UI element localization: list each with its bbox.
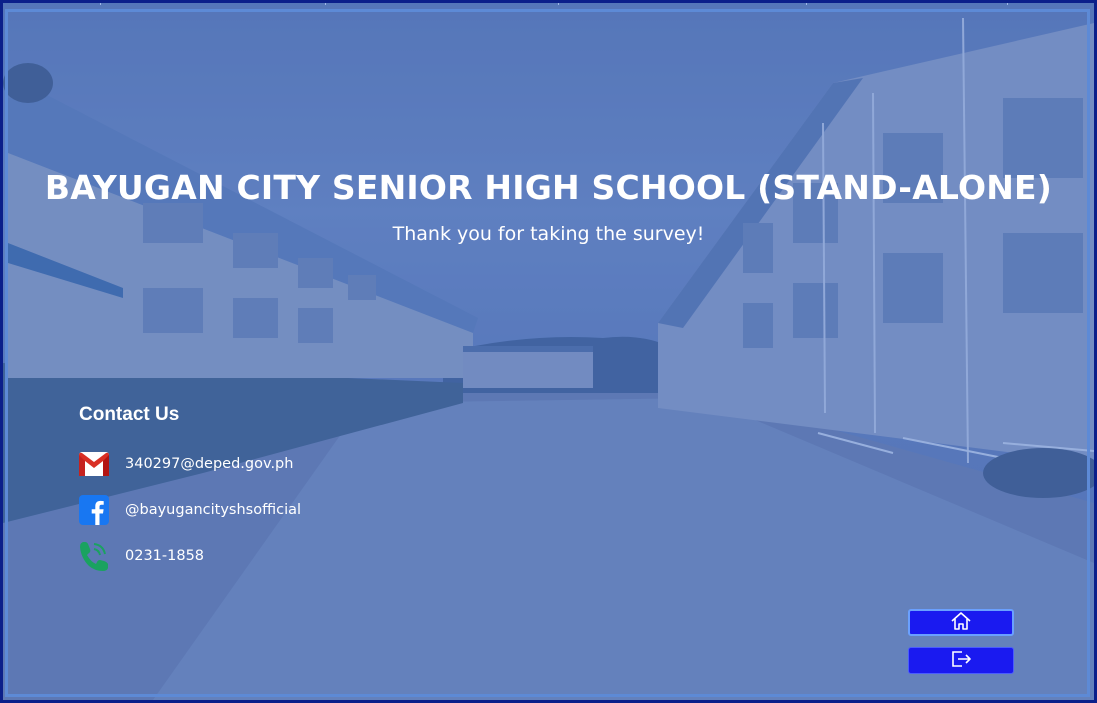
phone-icon [79, 541, 109, 571]
contact-phone-row: 0231-1858 [79, 540, 204, 572]
top-divider [100, 3, 101, 5]
window-frame [0, 0, 1097, 703]
contact-phone-text: 0231-1858 [125, 548, 205, 564]
page-title: BAYUGAN CITY SENIOR HIGH SCHOOL (STAND-A… [44, 168, 1053, 207]
contact-heading: Contact Us [79, 404, 180, 425]
home-button[interactable] [908, 609, 1014, 636]
facebook-icon [79, 495, 109, 525]
contact-facebook-row: @bayugancityshsofficial [79, 494, 301, 526]
contact-facebook-text: @bayugancityshsofficial [125, 502, 302, 518]
top-divider [558, 3, 559, 5]
home-icon [950, 611, 972, 635]
contact-email-text: 340297@deped.gov.ph [125, 456, 294, 472]
page-subtitle: Thank you for taking the survey! [392, 223, 705, 245]
exit-icon [950, 649, 972, 673]
gmail-icon [79, 449, 109, 479]
top-divider [1007, 3, 1008, 5]
exit-button[interactable] [908, 647, 1014, 674]
blue-tint-overlay [3, 3, 1094, 700]
top-divider [806, 3, 807, 5]
top-divider [325, 3, 326, 5]
contact-email-row: 340297@deped.gov.ph [79, 448, 293, 480]
